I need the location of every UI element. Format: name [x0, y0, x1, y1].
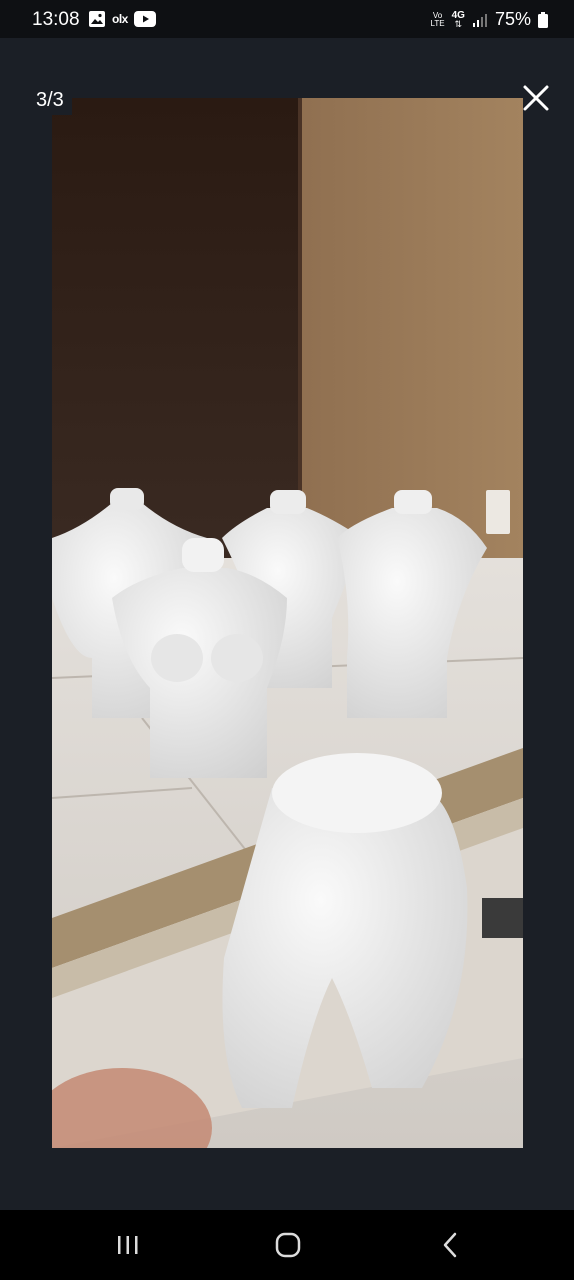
volte-indicator: Vo LTE [430, 10, 445, 28]
mannequins-photo[interactable] [52, 98, 523, 1148]
status-bar: 13:08 olx Vo LTE 4G ⇅ 75% [0, 0, 574, 38]
back-button[interactable] [430, 1230, 470, 1260]
recents-button[interactable] [108, 1230, 148, 1260]
home-button[interactable] [268, 1230, 308, 1260]
back-icon [443, 1232, 457, 1258]
network-type: 4G ⇅ [451, 9, 465, 29]
olx-icon: olx [112, 12, 128, 26]
close-icon [523, 85, 549, 111]
status-right: Vo LTE 4G ⇅ 75% [431, 9, 548, 30]
close-button[interactable] [520, 82, 552, 114]
battery-percent: 75% [494, 9, 531, 29]
data-arrows-icon: ⇅ [454, 18, 463, 29]
signal-icon [472, 13, 487, 27]
image-counter: 3/3 [28, 86, 72, 115]
image-icon [89, 11, 105, 27]
mannequins-image [52, 98, 523, 1148]
recents-icon [118, 1236, 138, 1254]
notification-icons: olx [88, 10, 156, 28]
youtube-icon [133, 11, 156, 27]
navigation-bar [0, 1210, 574, 1280]
battery-icon [538, 11, 548, 28]
image-viewer: 3/3 [0, 38, 574, 1210]
home-icon [275, 1232, 301, 1258]
status-time: 13:08 [32, 9, 80, 30]
